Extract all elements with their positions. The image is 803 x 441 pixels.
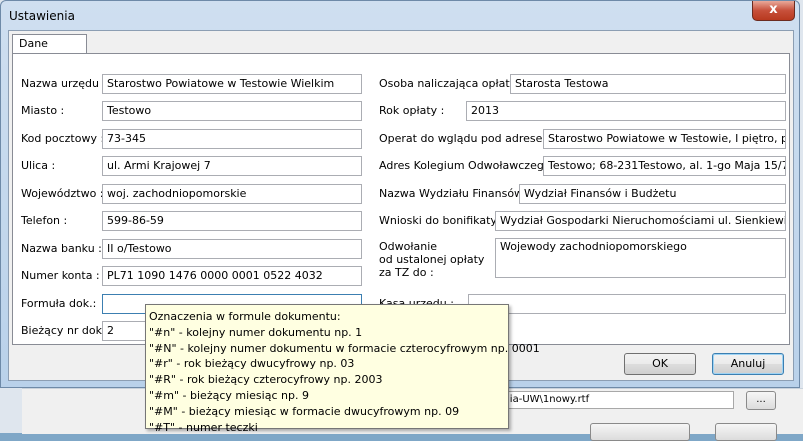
tooltip-line: "#T" - numer teczki [149,420,258,434]
label-wojewodztwo: Województwo : [21,187,104,200]
osoba-naliczajaca-input[interactable]: Starosta Testowa [510,74,786,94]
label-nazwa-banku: Nazwa banku : [21,242,102,255]
label-operat: Operat do wglądu pod adresem : [379,132,561,145]
tooltip-line: "#M" - bieżący miesiąc w formacie dwucyf… [149,404,460,418]
close-icon: x [769,2,778,17]
rok-oplaty-input[interactable]: 2013 [466,101,786,121]
formula-tooltip: Oznaczenia w formule dokumentu: "#n" - k… [145,304,540,434]
tooltip-line: "#R" - rok bieżący czterocyfrowy np. 200… [149,373,383,387]
title-bar: Ustawienia x [1,1,799,31]
label-rok-oplaty: Rok opłaty : [379,104,445,117]
numer-konta-input[interactable]: PL71 1090 1476 0000 0001 0522 4032 [102,266,362,286]
kod-pocztowy-input[interactable]: 73-345 [102,129,362,149]
label-odwolanie-line2: od ustalonej opłaty [379,253,485,266]
label-adres-kolegium: Adres Kolegium Odwoławczego : [379,159,558,172]
close-button[interactable]: x [752,1,795,21]
tooltip-line: "#m" - bieżący miesiąc np. 9 [149,388,309,402]
label-wydzial-finansow: Nazwa Wydziału Finansów : [379,187,531,200]
tooltip-line: "#N" - kolejny numer dokumentu w formaci… [149,341,540,355]
label-numer-konta: Numer konta : [21,269,100,282]
ulica-input[interactable]: ul. Armi Krajowej 7 [102,156,362,176]
kasa-urzedu-input[interactable] [468,294,786,314]
label-ulica: Ulica : [21,159,56,172]
miasto-input[interactable]: Testowo [102,101,362,121]
tab-dane-urzedu[interactable]: Dane urzędu [12,34,87,68]
background-button[interactable] [715,423,777,441]
nazwa-urzedu-input[interactable]: Starostwo Powiatowe w Testowie Wielkim [102,74,362,94]
adres-kolegium-input[interactable]: Testowo; 68-231Testowo, al. 1-go Maja 15… [543,156,786,176]
background-button[interactable] [590,423,690,441]
tooltip-line: Oznaczenia w formule dokumentu: [149,310,341,323]
tooltip-line: "#r" - rok bieżący dwucyfrowy np. 03 [149,357,355,371]
label-nazwa-urzedu: Nazwa urzędu : [21,77,107,90]
cancel-button[interactable]: Anuluj [712,353,784,375]
label-biezacy-nr: Bieżący nr dok.: [21,324,110,337]
label-odwolanie-line3: za TZ do : [379,266,434,279]
odwolanie-textarea[interactable]: Wojewody zachodniopomorskiego [495,238,786,278]
ok-button[interactable]: OK [624,353,696,375]
telefon-input[interactable]: 599-86-59 [102,211,362,231]
wojewodztwo-input[interactable]: woj. zachodniopomorskie [102,184,362,204]
label-formula-dok: Formuła dok.: [21,297,97,310]
label-wnioski: Wnioski do bonifikaty : [379,214,505,227]
tab-panel-dane-urzedu: Nazwa urzędu : Starostwo Powiatowe w Tes… [12,53,790,345]
background-browse-button[interactable]: ... [746,391,776,410]
label-kod-pocztowy: Kod pocztowy : [21,132,105,145]
operat-input[interactable]: Starostwo Powiatowe w Testowie, I piętro… [543,129,786,149]
wnioski-input[interactable]: Wydział Gospodarki Nieruchomościami ul. … [495,211,786,231]
label-telefon: Telefon : [21,214,68,227]
tooltip-line: "#n" - kolejny numer dokumentu np. 1 [149,325,363,339]
window-title: Ustawienia [9,9,75,23]
label-odwolanie-line1: Odwołanie [379,240,438,253]
nazwa-banku-input[interactable]: II o/Testowo [102,239,362,259]
label-osoba-naliczajaca: Osoba naliczająca opłatę : [379,77,524,90]
wydzial-finansow-input[interactable]: Wydział Finansów i Budżetu [519,184,786,204]
label-miasto: Miasto : [21,104,65,117]
